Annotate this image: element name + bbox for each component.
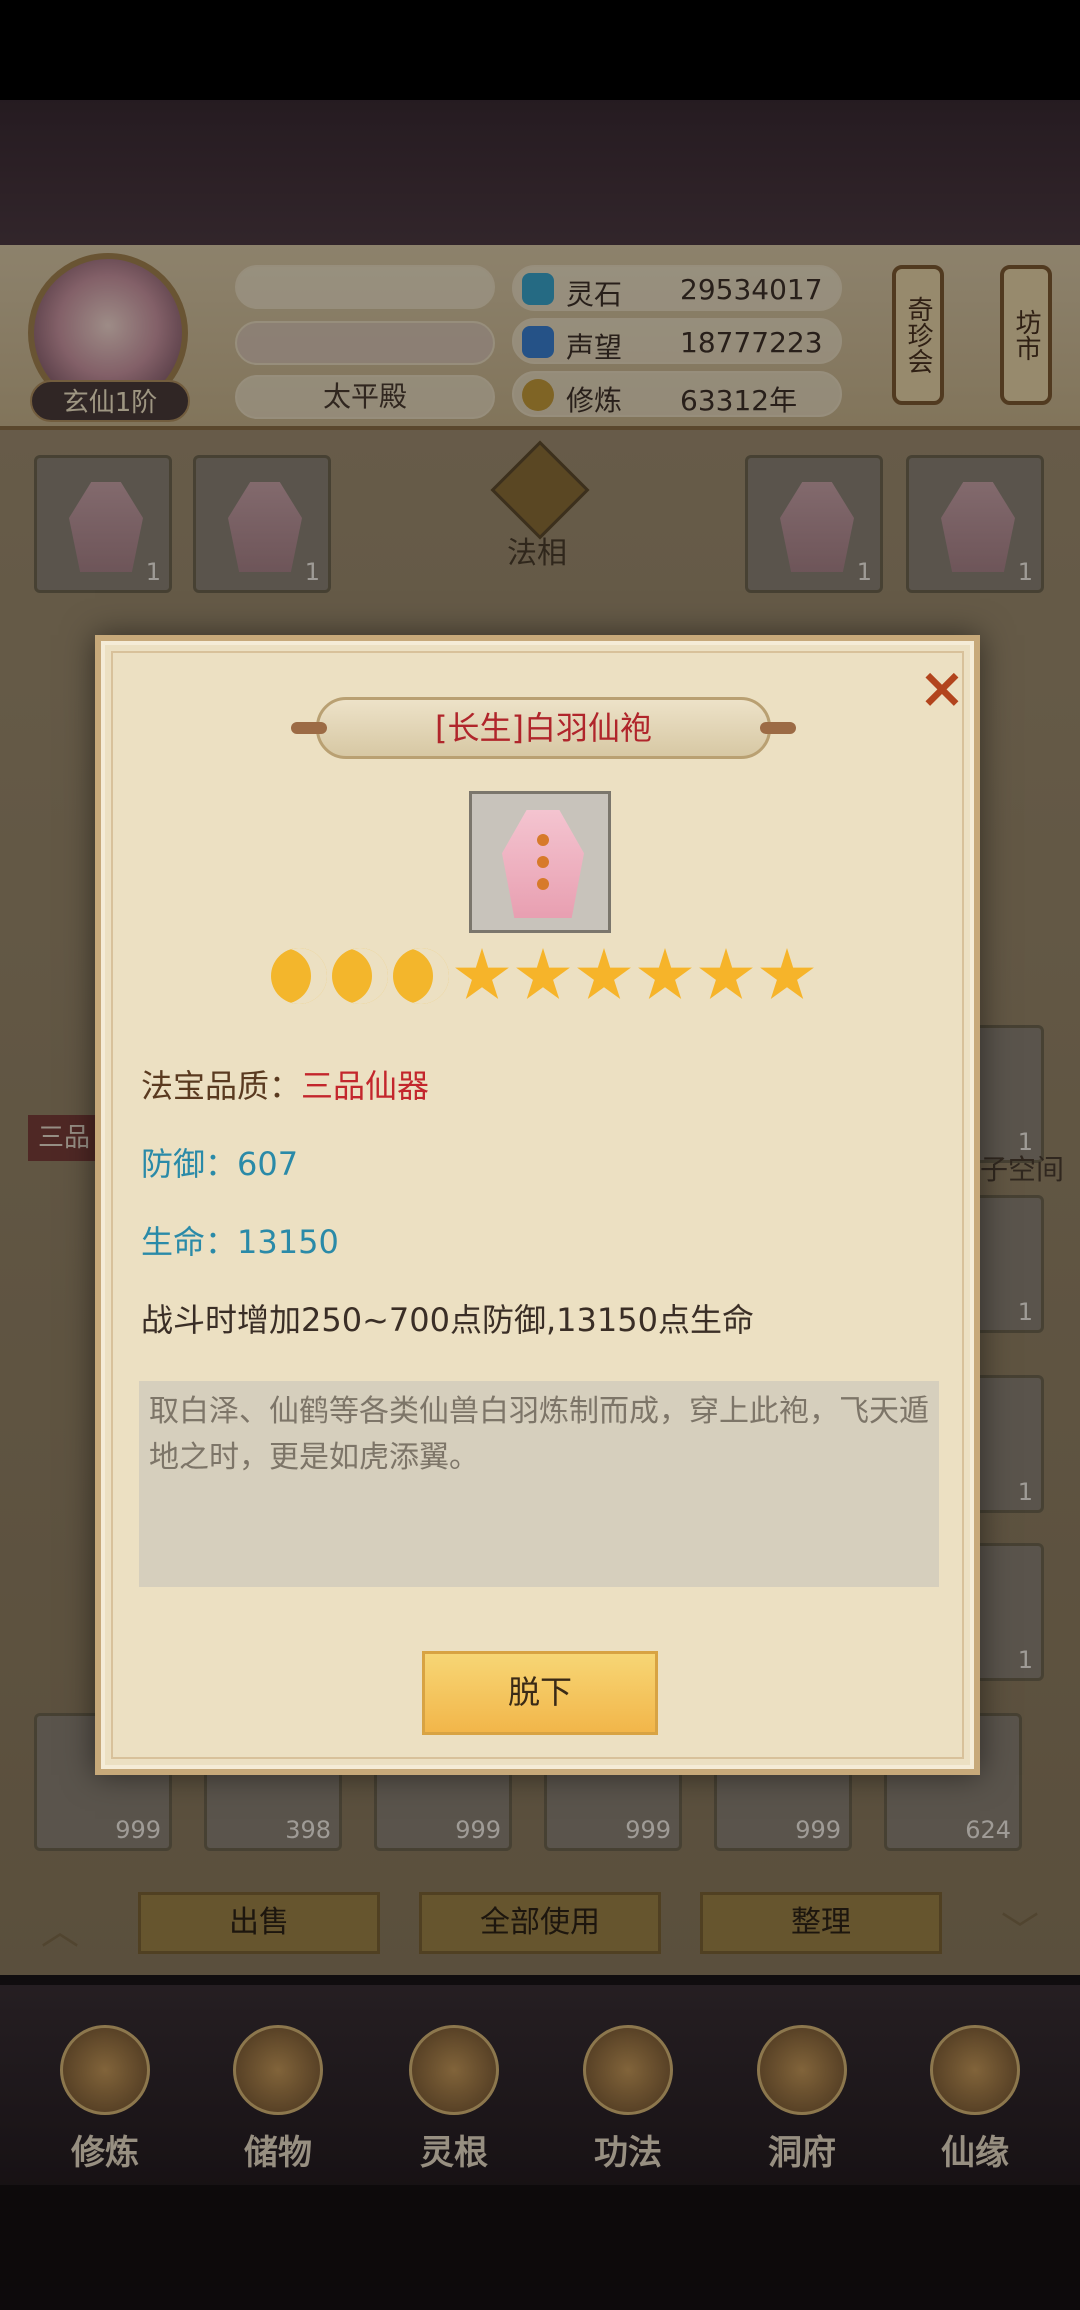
robe-ornament [537, 856, 549, 868]
moon-icon [393, 948, 449, 1004]
star-icon [577, 948, 631, 999]
item-grade-stars [271, 948, 814, 1008]
item-detail-dialog: × [长生]白羽仙袍 法宝品质：三品仙器 防御：607 生命：13150 战斗时… [95, 635, 980, 1775]
item-image-frame [469, 791, 611, 933]
close-icon[interactable]: × [914, 661, 970, 717]
item-title-banner: [长生]白羽仙袍 [291, 697, 796, 759]
effect-text: 战斗时增加250~700点防御,13150点生命 [141, 1301, 754, 1339]
star-icon [638, 948, 692, 999]
quality-value: 三品仙器 [301, 1067, 430, 1105]
star-icon [455, 948, 509, 999]
item-description: 取白泽、仙鹤等各类仙兽白羽炼制而成，穿上此袍，飞天遁地之时，更是如虎添翼。 [139, 1381, 939, 1587]
robe-ornament [537, 878, 549, 890]
star-icon [516, 948, 570, 999]
game-screen: 玄仙1阶 太平殿 灵石 29534017 声望 18777223 修炼 6331… [0, 0, 1080, 2310]
robe-ornament [537, 834, 549, 846]
moon-icon [271, 948, 327, 1004]
hp-stat: 生命：13150 [141, 1223, 339, 1261]
item-title: [长生]白羽仙袍 [435, 709, 652, 747]
star-icon [699, 948, 753, 999]
quality-line: 法宝品质：三品仙器 [141, 1061, 429, 1107]
defense-stat: 防御：607 [141, 1145, 299, 1183]
quality-label: 法宝品质： [141, 1067, 302, 1105]
unequip-button[interactable]: 脱下 [422, 1651, 658, 1735]
star-icon [760, 948, 814, 999]
moon-icon [332, 948, 388, 1004]
